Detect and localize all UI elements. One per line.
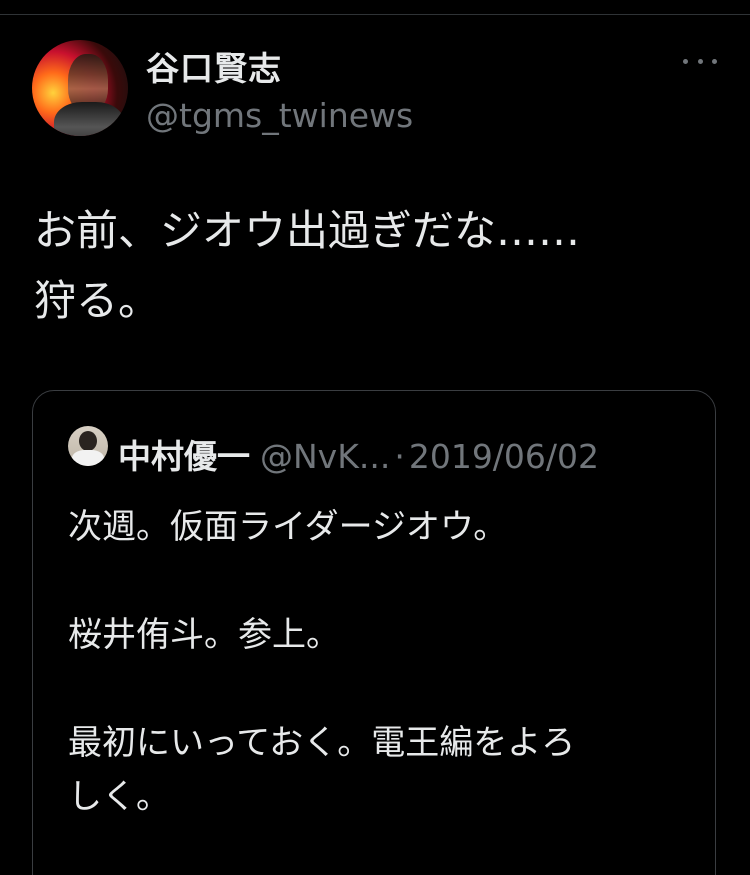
- quoted-tweet-text: 次週。仮面ライダージオウ。 桜井侑斗。参上。 最初にいっておく。電王編をよろ し…: [68, 507, 576, 817]
- top-divider: [0, 14, 750, 15]
- more-dot: [712, 58, 717, 64]
- more-dot: [697, 58, 703, 64]
- quoted-header-separator: ·: [394, 437, 405, 476]
- quoted-author-display-name[interactable]: 中村優一: [118, 430, 250, 478]
- author-avatar[interactable]: [32, 40, 128, 136]
- quoted-avatar-shirt: [72, 450, 104, 466]
- tweet-detail-page: 谷口賢志 @tgms_twinews お前、ジオウ出過ぎだな…… 狩る。 中村優…: [0, 0, 750, 875]
- more-horizontal-icon[interactable]: [683, 50, 717, 72]
- quoted-tweet-header: 中村優一 @NvK... · 2019/06/02: [118, 430, 599, 478]
- quoted-author-avatar[interactable]: [68, 426, 108, 466]
- quoted-tweet-date[interactable]: 2019/06/02: [409, 437, 599, 476]
- author-display-name[interactable]: 谷口賢志: [146, 42, 282, 90]
- quoted-author-handle[interactable]: @NvK...: [260, 437, 390, 476]
- more-dot: [683, 58, 688, 64]
- tweet-text: お前、ジオウ出過ぎだな…… 狩る。: [34, 206, 581, 325]
- quoted-avatar-head: [79, 431, 97, 451]
- avatar-body: [54, 102, 124, 136]
- author-handle[interactable]: @tgms_twinews: [146, 96, 413, 135]
